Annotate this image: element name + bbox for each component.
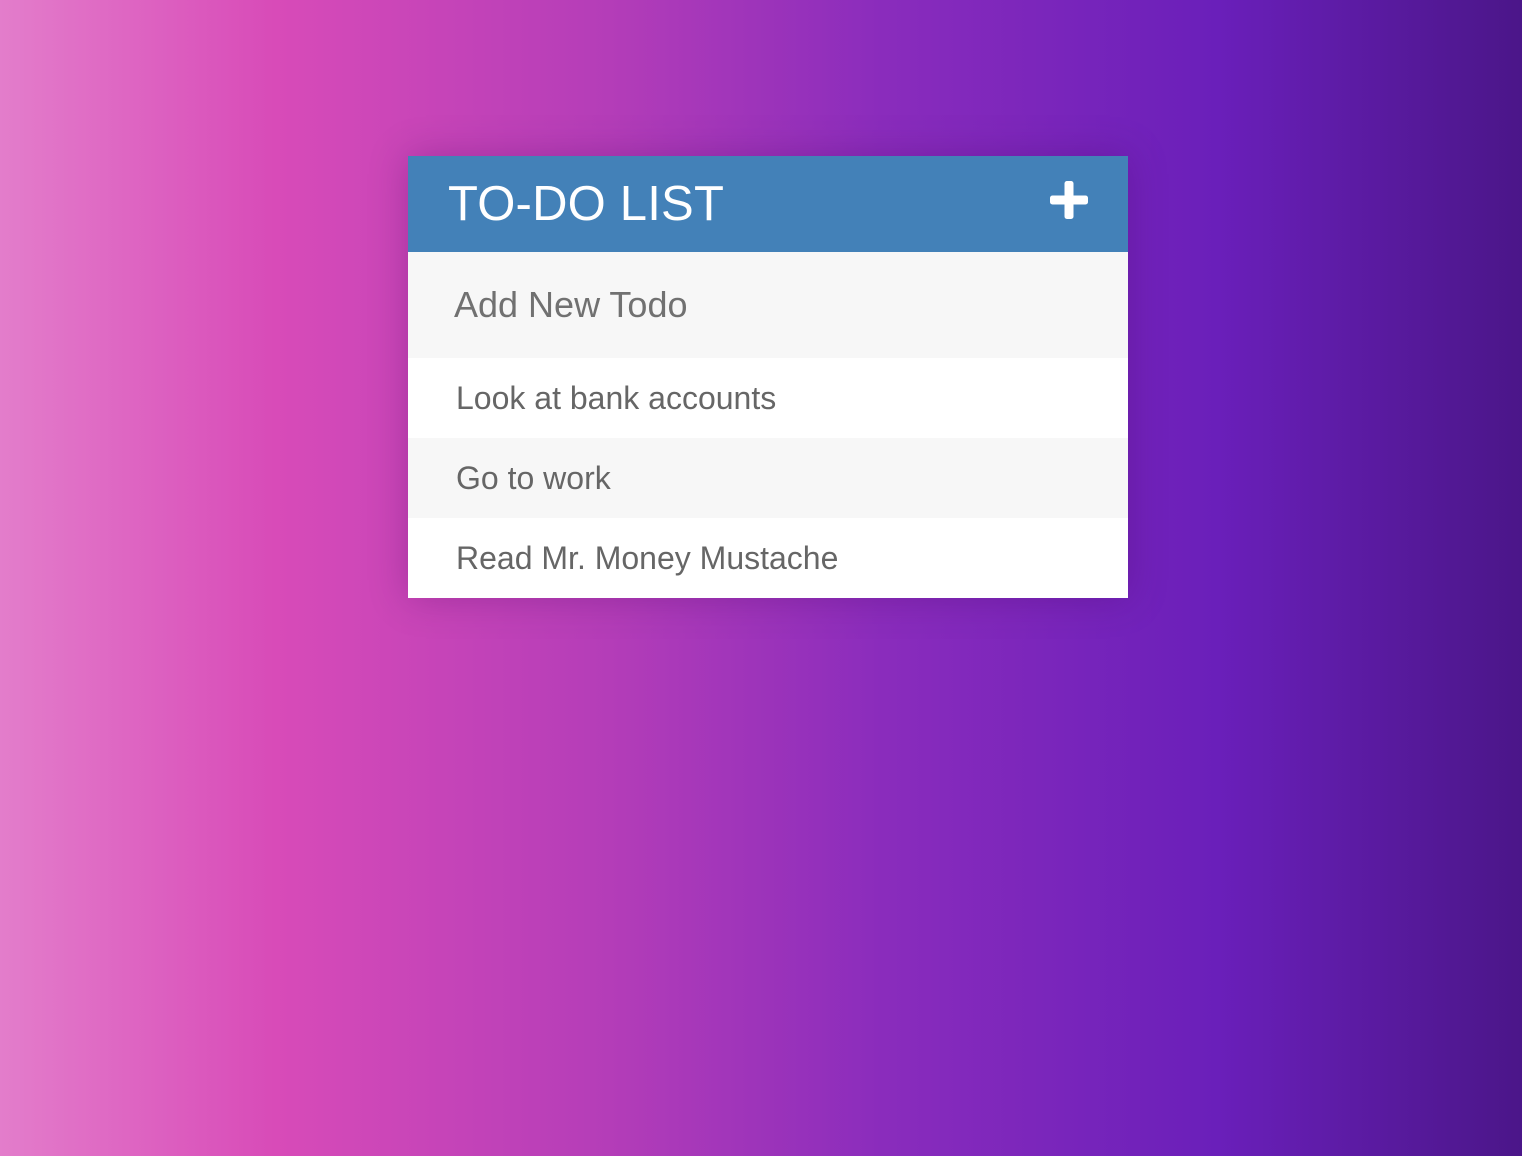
plus-icon [1050, 181, 1088, 219]
todo-header: TO-DO LIST [408, 156, 1128, 252]
page-title: TO-DO LIST [448, 177, 725, 231]
toggle-add-button[interactable] [1050, 181, 1088, 219]
new-todo-input[interactable] [454, 284, 1082, 326]
todo-item[interactable]: Go to work [408, 438, 1128, 518]
todo-item[interactable]: Read Mr. Money Mustache [408, 518, 1128, 598]
new-todo-row [408, 252, 1128, 358]
todo-card: TO-DO LIST Look at bank accounts Go to w… [408, 156, 1128, 598]
todo-item[interactable]: Look at bank accounts [408, 358, 1128, 438]
todo-list: Look at bank accounts Go to work Read Mr… [408, 358, 1128, 598]
